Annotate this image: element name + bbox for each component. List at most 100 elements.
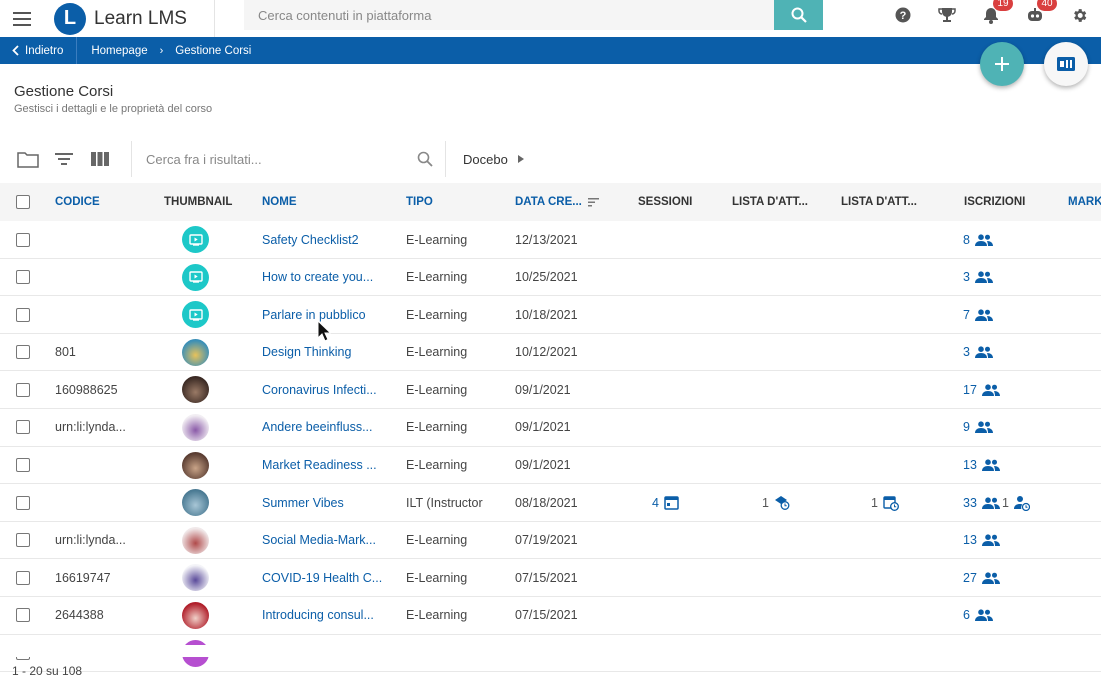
play-screen-icon [188, 233, 203, 246]
plus-icon [995, 57, 1009, 71]
course-name-link[interactable]: Summer Vibes [262, 484, 344, 521]
course-name-link[interactable]: How to create you... [262, 259, 373, 296]
course-code: 801 [55, 345, 76, 360]
table-bottom-edge [0, 645, 1101, 657]
enrollments-link[interactable]: 3 [963, 334, 993, 371]
row-checkbox[interactable] [16, 559, 30, 596]
enrollments-link[interactable]: 6 [963, 597, 993, 634]
row-checkbox[interactable] [16, 597, 30, 634]
row-checkbox[interactable] [16, 259, 30, 296]
hamburger-menu-icon[interactable] [0, 0, 44, 37]
column-code[interactable]: CODICE [55, 183, 100, 221]
global-search-input[interactable]: Cerca contenuti in piattaforma [244, 8, 774, 23]
gear-icon[interactable] [1057, 0, 1101, 30]
waiting-list-course-link[interactable]: 1 [762, 484, 790, 521]
filter-icon[interactable] [46, 141, 82, 177]
course-name-link[interactable]: Design Thinking [262, 334, 351, 371]
row-checkbox[interactable] [16, 409, 30, 446]
table-search-input[interactable]: Cerca fra i risultati... [132, 152, 405, 167]
enrollments-count: 6 [963, 608, 970, 623]
table-header: CODICE THUMBNAIL NOME TIPO DATA CRE... S… [0, 183, 1101, 221]
table-row[interactable]: urn:li:lynda... Social Media-Mark... E-Lea… [0, 522, 1101, 560]
table-row[interactable]: Parlare in pubblico E-Learning 10/18/2021 7 [0, 296, 1101, 334]
row-checkbox[interactable] [16, 296, 30, 333]
row-checkbox[interactable] [16, 522, 30, 559]
table-row[interactable]: 2644388 Introducing consul... E-Learning 07… [0, 597, 1101, 635]
enrollments-link[interactable]: 13 [963, 447, 1000, 484]
course-name-link[interactable]: Andere beeinfluss... [262, 409, 373, 446]
row-checkbox[interactable] [16, 447, 30, 484]
app-title: Learn LMS [94, 7, 187, 29]
enrollments-link[interactable]: 7 [963, 296, 993, 333]
enrollments-link[interactable]: 13 [963, 522, 1000, 559]
search-button[interactable] [774, 0, 823, 30]
row-checkbox[interactable] [16, 371, 30, 408]
course-thumbnail [182, 301, 209, 329]
folder-icon[interactable] [10, 141, 46, 177]
chat-button[interactable]: 40 [1013, 0, 1057, 30]
column-name[interactable]: NOME [262, 183, 297, 221]
course-name-link[interactable]: Safety Checklist2 [262, 221, 359, 258]
enrollments-link[interactable]: 8 [963, 221, 993, 258]
waiting-list-session-link[interactable]: 1 [871, 484, 899, 521]
add-course-button[interactable] [980, 42, 1024, 86]
enrollments-link[interactable]: 27 [963, 559, 1000, 596]
enrollments-link[interactable]: 9 [963, 409, 993, 446]
enrollments-link[interactable]: 17 [963, 371, 1000, 408]
enrollments-count: 27 [963, 570, 977, 585]
table-row[interactable]: Market Readiness ... E-Learning 09/1/2021 1… [0, 447, 1101, 485]
people-icon [981, 497, 1000, 509]
person-pending-icon [1013, 495, 1030, 511]
table-row[interactable]: Summer Vibes ILT (Instructor 08/18/2021 4 1 1… [0, 484, 1101, 522]
course-name-link[interactable]: Parlare in pubblico [262, 296, 366, 333]
thumbnail-cell [182, 371, 209, 408]
people-icon [974, 309, 993, 321]
search-icon[interactable] [405, 151, 445, 167]
waiting-list-course-icon [774, 496, 790, 511]
table-row[interactable]: urn:li:lynda... Andere beeinfluss... E-Lea… [0, 409, 1101, 447]
calendar-icon [664, 496, 679, 510]
sessions-link[interactable]: 4 [652, 484, 679, 521]
breadcrumb-homepage[interactable]: Homepage [91, 45, 147, 57]
course-name-link[interactable]: Introducing consul... [262, 597, 374, 634]
table-row[interactable]: 16619747 COVID-19 Health C... E-Learning 07… [0, 559, 1101, 597]
enrollments-count: 3 [963, 270, 970, 285]
table-row[interactable]: 160988625 Coronavirus Infecti... E-Learnin… [0, 371, 1101, 409]
table-row[interactable]: 801 Design Thinking E-Learning 10/12/2021 3 [0, 334, 1101, 372]
app-logo[interactable]: L Learn LMS [44, 0, 215, 37]
back-button[interactable]: Indietro [0, 37, 78, 64]
notifications-button[interactable]: 19 [969, 0, 1013, 30]
help-icon[interactable]: ? [881, 0, 925, 30]
enrollments-link[interactable]: 33 [963, 484, 1000, 521]
select-all-checkbox[interactable] [16, 183, 30, 221]
row-checkbox[interactable] [16, 221, 30, 258]
column-mark[interactable]: MARK [1068, 183, 1101, 221]
course-name-link[interactable]: Coronavirus Infecti... [262, 371, 377, 408]
trophy-icon[interactable] [925, 0, 969, 30]
pending-enrollments-link[interactable]: 1 [1002, 484, 1030, 521]
course-thumbnail [182, 601, 209, 629]
table-row[interactable]: How to create you... E-Learning 10/25/2021… [0, 259, 1101, 297]
table-search[interactable]: Cerca fra i risultati... [131, 141, 446, 177]
catalog-view-button[interactable] [1044, 42, 1088, 86]
page-subtitle: Gestisci i dettagli e le proprietà del c… [14, 103, 213, 115]
column-waiting-list-1: LISTA D'ATT... [732, 196, 808, 208]
column-creation-date[interactable]: DATA CRE... [515, 183, 599, 221]
creation-date: 09/1/2021 [515, 382, 571, 397]
header-icons: ? 19 40 [881, 0, 1101, 30]
columns-icon[interactable] [82, 141, 118, 177]
row-checkbox[interactable] [16, 334, 30, 371]
column-type[interactable]: TIPO [406, 183, 433, 221]
course-thumbnail [182, 338, 209, 366]
course-name-link[interactable]: Market Readiness ... [262, 447, 377, 484]
row-checkbox[interactable] [16, 484, 30, 521]
creation-date: 09/1/2021 [515, 420, 571, 435]
global-search[interactable]: Cerca contenuti in piattaforma [244, 0, 823, 30]
sessions-count: 4 [652, 495, 659, 510]
table-row[interactable]: Safety Checklist2 E-Learning 12/13/2021 8 [0, 221, 1101, 259]
play-screen-icon [188, 308, 203, 321]
branch-filter[interactable]: Docebo [463, 141, 524, 177]
enrollments-link[interactable]: 3 [963, 259, 993, 296]
course-name-link[interactable]: COVID-19 Health C... [262, 559, 382, 596]
course-name-link[interactable]: Social Media-Mark... [262, 522, 376, 559]
